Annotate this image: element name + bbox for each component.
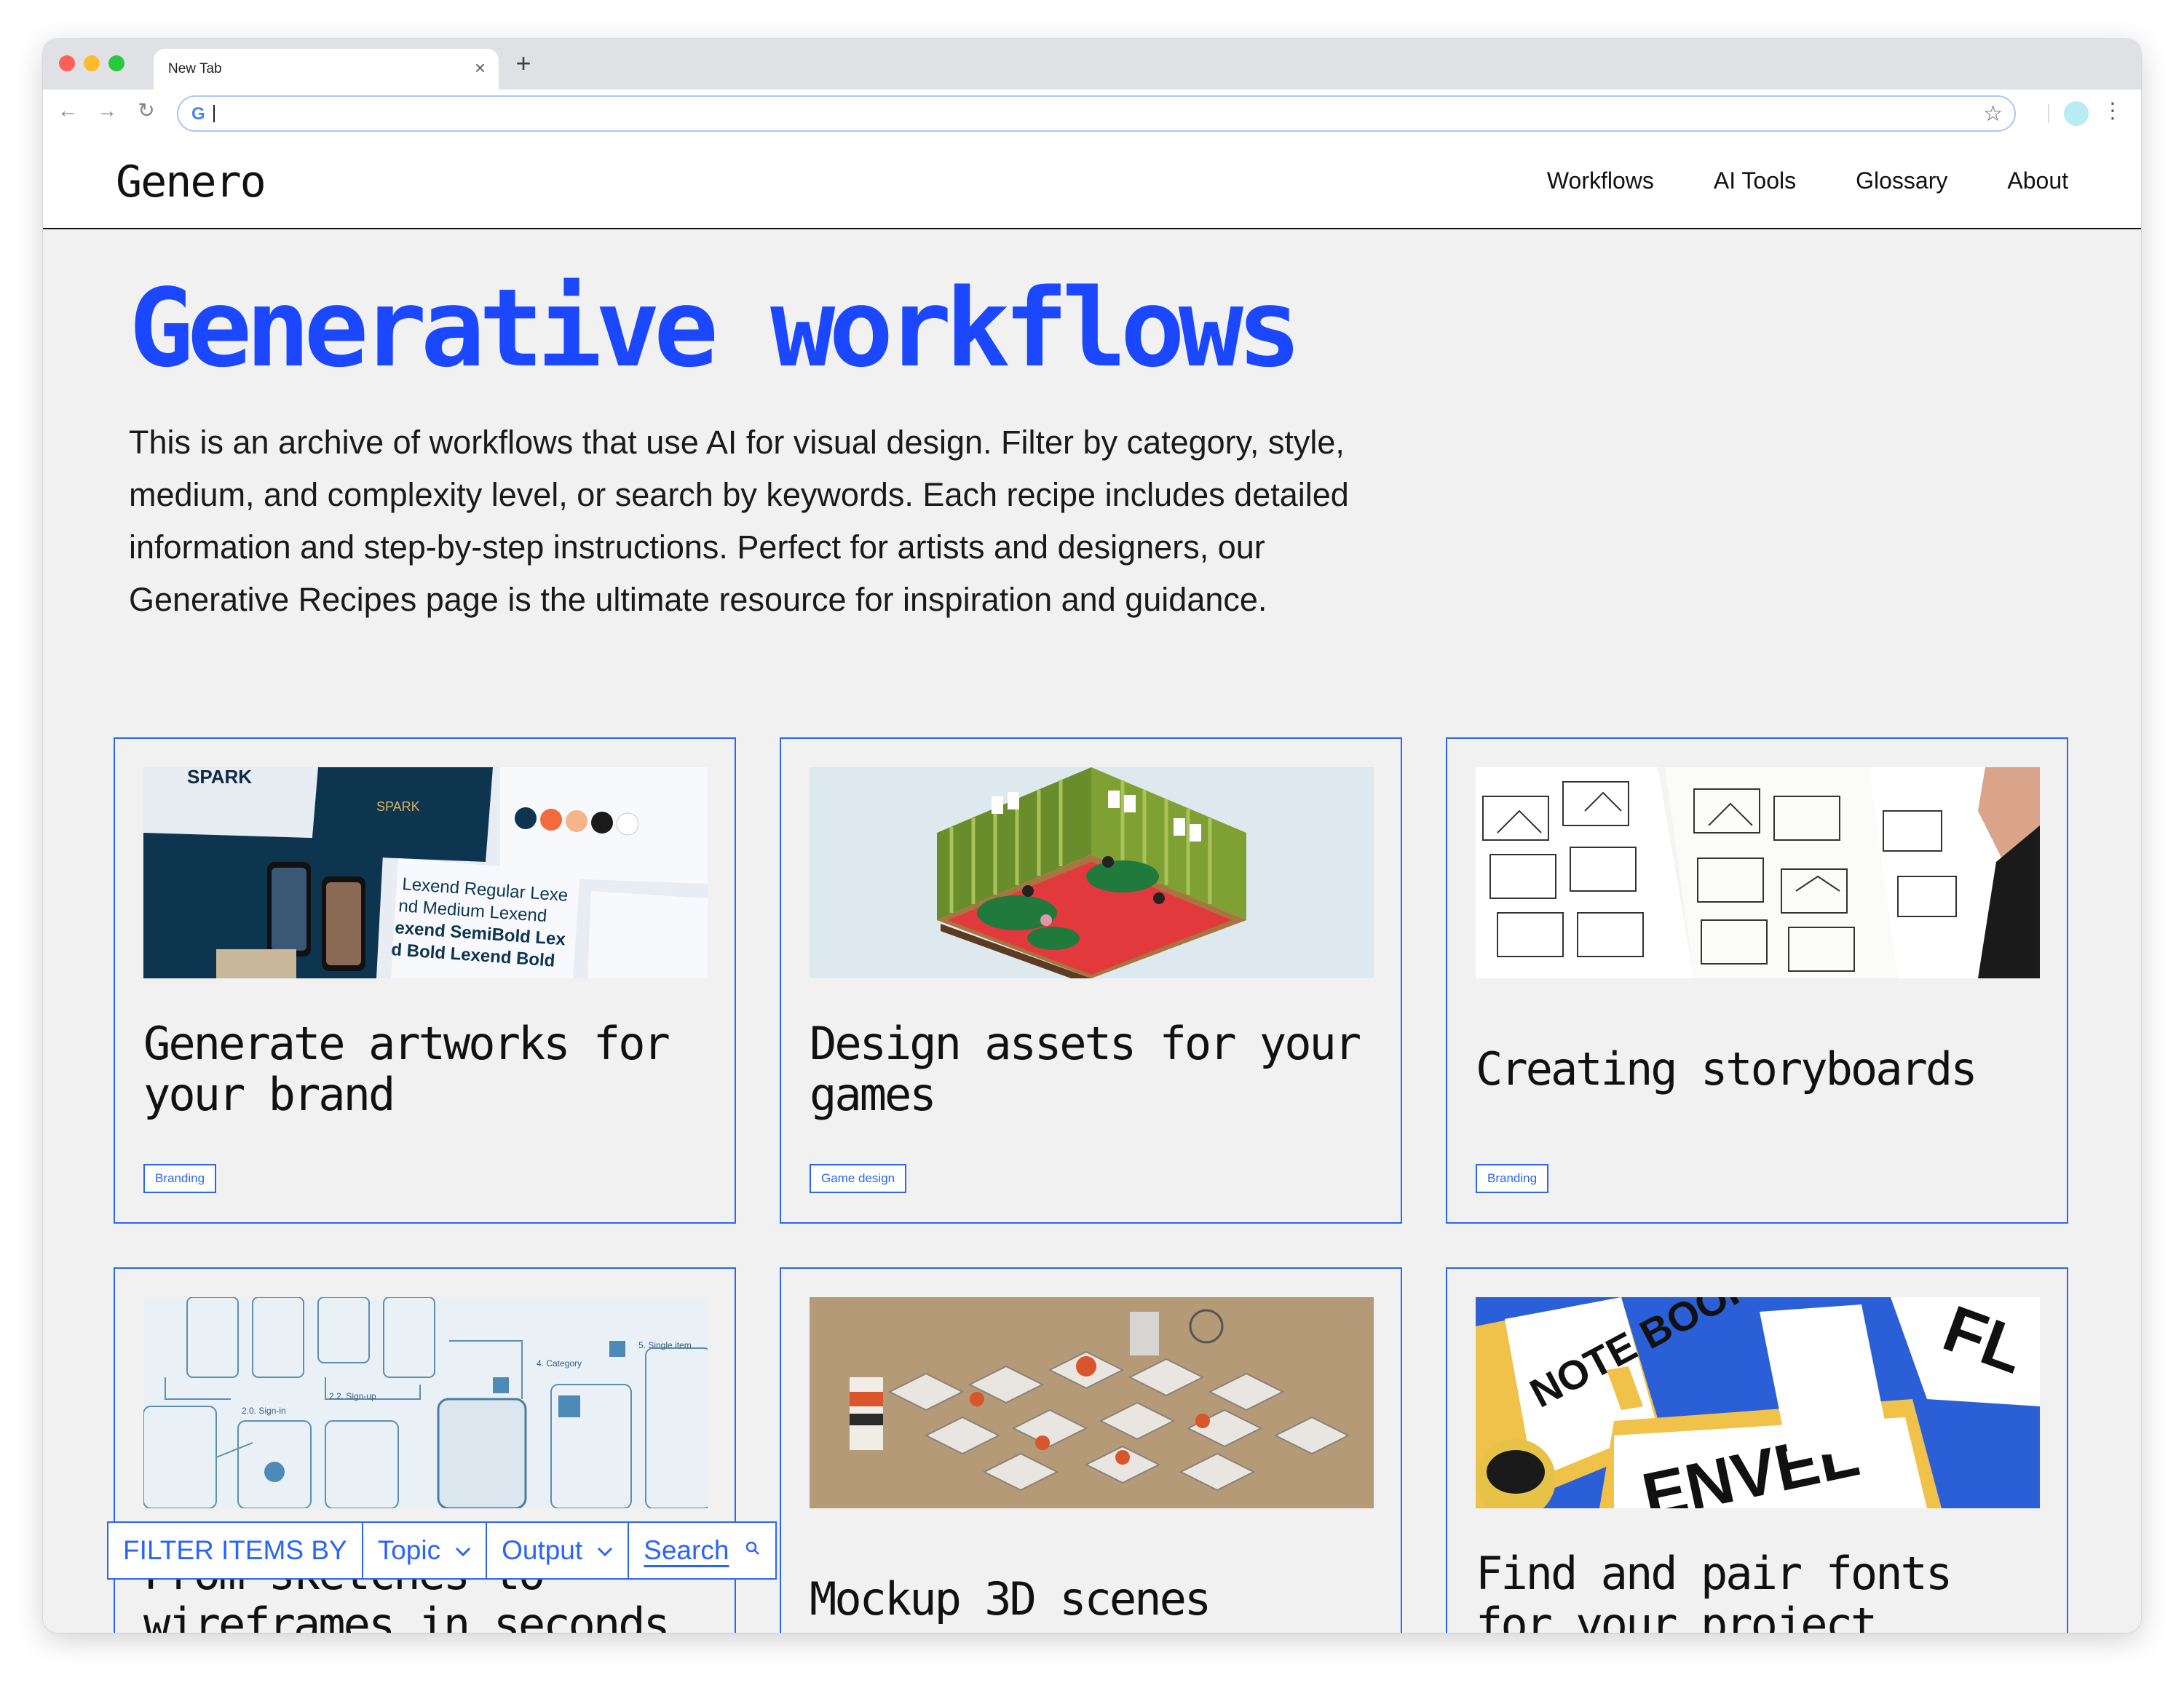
card-thumbnail-storyboard — [1476, 767, 2040, 978]
topic-dropdown[interactable]: Topic — [363, 1523, 488, 1578]
card-thumbnail-fonts: NOTE BOOK ENVEL FL — [1476, 1297, 2040, 1508]
search-label: Search — [644, 1535, 729, 1565]
spark-logo-text: SPARK — [376, 799, 420, 814]
forward-arrow-icon[interactable]: → — [94, 99, 120, 122]
card-thumbnail-wireframes: 2.0. Sign-in 2.2. Sign-up 4. Category 5.… — [143, 1297, 708, 1508]
card-title: Design assets for your games — [810, 1017, 1361, 1121]
intro-line: Generative Recipes page is the ultimate … — [129, 581, 1267, 618]
browser-menu-icon[interactable]: ⋮ — [2102, 97, 2124, 126]
card-title: Creating storyboards — [1476, 1042, 1978, 1096]
bookmark-star-icon[interactable]: ☆ — [1983, 101, 2003, 127]
address-bar[interactable]: G ☆ — [177, 95, 2016, 132]
flow-label: 2.0. Sign-in — [242, 1406, 286, 1416]
intro-line: medium, and complexity level, or search … — [129, 476, 1349, 513]
new-tab-button[interactable]: + — [509, 47, 538, 79]
close-window-button[interactable] — [59, 55, 75, 71]
reload-icon[interactable]: ↻ — [133, 99, 159, 122]
minimize-window-button[interactable] — [84, 55, 100, 71]
card-title: Mockup 3D scenes — [810, 1572, 1211, 1625]
workflow-card-storyboards[interactable]: Creating storyboards Branding — [1446, 737, 2068, 1224]
maximize-window-button[interactable] — [108, 55, 124, 71]
search-button[interactable]: Search — [629, 1523, 775, 1578]
topic-label: Topic — [377, 1535, 441, 1565]
card-title: Generate artworks for your brand — [143, 1017, 670, 1121]
browser-tab[interactable]: New Tab × — [154, 49, 499, 90]
back-arrow-icon[interactable]: ← — [55, 99, 81, 122]
intro-line: information and step-by-step instruction… — [129, 528, 1265, 566]
intro-line: This is an archive of workflows that use… — [129, 424, 1345, 461]
card-thumbnail-game — [810, 767, 1374, 978]
text-caret — [213, 105, 215, 122]
main-content: Generative workflows This is an archive … — [43, 231, 2141, 1633]
chevron-down-icon — [455, 1540, 471, 1562]
workflow-card-3d-scenes[interactable]: Mockup 3D scenes — [780, 1267, 1402, 1633]
toolbar-separator — [2048, 104, 2049, 123]
site-logo[interactable]: Genero — [116, 157, 266, 207]
nav-link-ai-tools[interactable]: AI Tools — [1714, 167, 1796, 194]
page-title: Generative workflows — [129, 266, 1302, 391]
main-nav: Workflows AI Tools Glossary About — [1547, 167, 2068, 194]
filter-label-text: FILTER ITEMS BY — [123, 1535, 347, 1565]
tag-branding[interactable]: Branding — [1476, 1164, 1549, 1193]
card-thumbnail-3d — [810, 1297, 1374, 1508]
nav-link-about[interactable]: About — [2007, 167, 2068, 194]
workflow-card-fonts[interactable]: NOTE BOOK ENVEL FL Find and pair fonts f… — [1446, 1267, 2068, 1633]
filter-bar: FILTER ITEMS BY Topic Output Search — [107, 1521, 778, 1580]
intro-text: This is an archive of workflows that use… — [129, 416, 1454, 626]
output-label: Output — [502, 1535, 583, 1565]
workflow-card-game-assets[interactable]: Design assets for your games Game design — [780, 737, 1402, 1224]
browser-window: New Tab × + ← → ↻ G ☆ ⋮ Genero Workflows… — [43, 39, 2141, 1633]
flow-label: 5. Single item — [638, 1340, 692, 1350]
nav-link-workflows[interactable]: Workflows — [1547, 167, 1654, 194]
flow-label: 2.2. Sign-up — [329, 1391, 376, 1401]
flow-label: 4. Category — [537, 1358, 582, 1369]
tab-close-icon[interactable]: × — [475, 58, 486, 78]
tab-strip: New Tab × + — [43, 39, 2141, 90]
spark-logo-text: SPARK — [187, 767, 252, 788]
output-dropdown[interactable]: Output — [487, 1523, 630, 1578]
search-icon — [745, 1540, 761, 1561]
card-title: Find and pair fonts for your project — [1476, 1547, 1952, 1634]
google-g-icon: G — [191, 104, 205, 124]
tag-game-design[interactable]: Game design — [810, 1164, 907, 1193]
chevron-down-icon — [597, 1540, 613, 1562]
browser-toolbar: ← → ↻ G ☆ ⋮ — [43, 90, 2141, 135]
card-thumbnail-branding: SPARK SPARK Lexend Regular Lexe nd Mediu… — [143, 767, 708, 978]
nav-link-glossary[interactable]: Glossary — [1856, 167, 1947, 194]
tab-title: New Tab — [168, 61, 222, 76]
tag-branding[interactable]: Branding — [143, 1164, 217, 1193]
site-header: Genero Workflows AI Tools Glossary About — [43, 135, 2141, 229]
filter-label: FILTER ITEMS BY — [108, 1523, 363, 1578]
workflow-card-brand-artworks[interactable]: SPARK SPARK Lexend Regular Lexe nd Mediu… — [114, 737, 736, 1224]
window-controls — [59, 55, 124, 71]
profile-avatar[interactable] — [2064, 101, 2089, 126]
